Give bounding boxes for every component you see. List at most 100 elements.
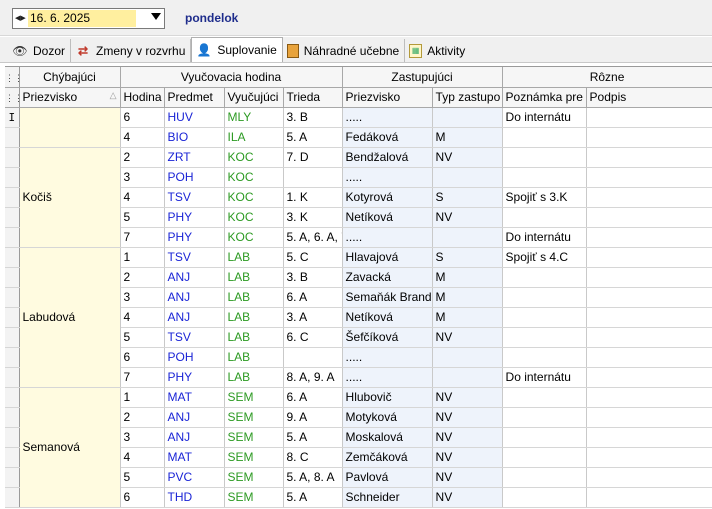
hour-cell[interactable]: 7 — [120, 227, 165, 248]
column-header-surname[interactable]: Priezvisko △ — [19, 87, 121, 108]
note-cell[interactable]: Do internátu — [502, 227, 587, 248]
row-selector[interactable] — [5, 347, 20, 368]
substitute-cell[interactable]: ..... — [342, 347, 433, 368]
signature-cell[interactable] — [586, 187, 712, 208]
substitution-type-cell[interactable]: NV — [432, 427, 503, 448]
grid-menu-icon[interactable]: ⋮⋮ — [5, 67, 20, 88]
signature-cell[interactable] — [586, 287, 712, 308]
class-cell[interactable]: 1. K — [283, 187, 343, 208]
teacher-cell[interactable]: LAB — [224, 267, 284, 288]
hour-cell[interactable]: 3 — [120, 167, 165, 188]
class-cell[interactable]: 7. D — [283, 147, 343, 168]
hour-cell[interactable]: 2 — [120, 407, 165, 428]
subject-cell[interactable]: THD — [164, 487, 225, 508]
subject-cell[interactable]: ZRT — [164, 147, 225, 168]
substitution-type-cell[interactable]: NV — [432, 467, 503, 488]
column-header-teacher[interactable]: Vyučujúci — [224, 87, 284, 108]
hour-cell[interactable]: 4 — [120, 127, 165, 148]
hour-cell[interactable]: 4 — [120, 447, 165, 468]
row-selector[interactable] — [5, 387, 20, 408]
class-cell[interactable]: 5. A, 6. A, 7 — [283, 227, 343, 248]
subject-cell[interactable]: TSV — [164, 247, 225, 268]
teacher-cell[interactable]: SEM — [224, 387, 284, 408]
class-cell[interactable]: 5. A, 8. A — [283, 467, 343, 488]
hour-cell[interactable]: 7 — [120, 367, 165, 388]
teacher-cell[interactable]: SEM — [224, 427, 284, 448]
tab-dozor[interactable]: 👁 Dozor — [8, 39, 72, 62]
teacher-cell[interactable]: KOC — [224, 207, 284, 228]
class-cell[interactable]: 3. K — [283, 207, 343, 228]
subject-cell[interactable]: TSV — [164, 187, 225, 208]
subject-cell[interactable]: ANJ — [164, 267, 225, 288]
substitute-cell[interactable]: Semaňák Brandc — [342, 287, 433, 308]
substitution-type-cell[interactable] — [432, 347, 503, 368]
note-cell[interactable] — [502, 447, 587, 468]
substitute-cell[interactable]: Moskalová — [342, 427, 433, 448]
class-cell[interactable]: 3. B — [283, 267, 343, 288]
teacher-cell[interactable]: LAB — [224, 287, 284, 308]
substitute-cell[interactable]: Zemčáková — [342, 447, 433, 468]
note-cell[interactable] — [502, 347, 587, 368]
subject-cell[interactable]: HUV — [164, 107, 225, 128]
substitute-cell[interactable]: Pavlová — [342, 467, 433, 488]
substitution-type-cell[interactable]: M — [432, 127, 503, 148]
class-cell[interactable]: 3. B — [283, 107, 343, 128]
substitution-type-cell[interactable]: M — [432, 267, 503, 288]
signature-cell[interactable] — [586, 407, 712, 428]
note-cell[interactable] — [502, 307, 587, 328]
class-cell[interactable]: 8. C — [283, 447, 343, 468]
subject-cell[interactable]: ANJ — [164, 427, 225, 448]
hour-cell[interactable]: 2 — [120, 147, 165, 168]
substitution-type-cell[interactable]: NV — [432, 327, 503, 348]
class-cell[interactable]: 6. A — [283, 287, 343, 308]
substitution-type-cell[interactable]: M — [432, 307, 503, 328]
class-cell[interactable]: 8. A, 9. A — [283, 367, 343, 388]
class-cell[interactable]: 9. A — [283, 407, 343, 428]
column-header-subject[interactable]: Predmet — [164, 87, 225, 108]
column-header-sub-surname[interactable]: Priezvisko — [342, 87, 433, 108]
teacher-cell[interactable]: KOC — [224, 167, 284, 188]
signature-cell[interactable] — [586, 227, 712, 248]
signature-cell[interactable] — [586, 467, 712, 488]
dropdown-arrow-icon[interactable] — [151, 13, 161, 20]
row-selector[interactable] — [5, 187, 20, 208]
hour-cell[interactable]: 1 — [120, 387, 165, 408]
signature-cell[interactable] — [586, 387, 712, 408]
row-selector[interactable] — [5, 327, 20, 348]
signature-cell[interactable] — [586, 447, 712, 468]
substitute-cell[interactable]: ..... — [342, 107, 433, 128]
substitution-type-cell[interactable]: NV — [432, 407, 503, 428]
table-row[interactable]: Kočiš 2 ZRT KOC 7. D Bendžalová NV — [5, 147, 712, 248]
hour-cell[interactable]: 5 — [120, 207, 165, 228]
substitute-cell[interactable]: Zavacká — [342, 267, 433, 288]
teacher-cell[interactable]: KOC — [224, 187, 284, 208]
substitute-cell[interactable]: Hlubovič — [342, 387, 433, 408]
row-selector[interactable] — [5, 367, 20, 388]
row-selector[interactable] — [5, 287, 20, 308]
note-cell[interactable]: Do internátu — [502, 107, 587, 128]
date-picker[interactable]: ◀ ▶ 16. 6. 2025 — [12, 8, 165, 29]
substitution-type-cell[interactable] — [432, 227, 503, 248]
row-selector[interactable] — [5, 227, 20, 248]
tab-nahradne-ucebne[interactable]: Náhradné učebne — [283, 39, 406, 62]
teacher-cell[interactable]: SEM — [224, 407, 284, 428]
absent-teacher-cell[interactable]: Labudová — [19, 247, 121, 388]
row-selector[interactable] — [5, 147, 20, 168]
substitute-cell[interactable]: Netíková — [342, 307, 433, 328]
column-header-type[interactable]: Typ zastupo — [432, 87, 503, 108]
hour-cell[interactable]: 6 — [120, 107, 165, 128]
substitute-cell[interactable]: Schneider — [342, 487, 433, 508]
class-cell[interactable]: 6. A — [283, 387, 343, 408]
subject-cell[interactable]: TSV — [164, 327, 225, 348]
teacher-cell[interactable]: KOC — [224, 227, 284, 248]
column-header-signature[interactable]: Podpis — [586, 87, 712, 108]
signature-cell[interactable] — [586, 327, 712, 348]
note-cell[interactable] — [502, 147, 587, 168]
teacher-cell[interactable]: KOC — [224, 147, 284, 168]
subject-cell[interactable]: PHY — [164, 207, 225, 228]
substitute-cell[interactable]: Netíková — [342, 207, 433, 228]
signature-cell[interactable] — [586, 307, 712, 328]
hour-cell[interactable]: 4 — [120, 307, 165, 328]
subject-cell[interactable]: POH — [164, 167, 225, 188]
substitution-type-cell[interactable] — [432, 367, 503, 388]
